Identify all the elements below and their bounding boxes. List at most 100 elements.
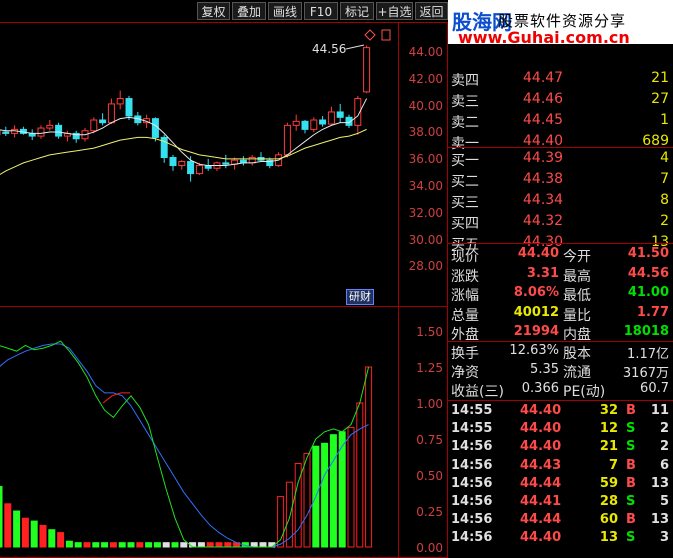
- tick-side: S: [626, 421, 636, 437]
- high-pointer: [345, 44, 365, 50]
- price-axis-tick: 32.00: [408, 205, 443, 220]
- candle-up: [363, 47, 371, 93]
- tick-side: B: [626, 475, 636, 491]
- price-axis-tick: 38.00: [408, 125, 443, 140]
- bid-row: 买一 44.39 4: [448, 150, 673, 169]
- tick-volume: 28: [599, 494, 618, 509]
- stat-value: 8.06%: [513, 285, 559, 300]
- stat-row: 现价 44.40 今开 41.50: [448, 246, 673, 265]
- square-icon: [381, 29, 391, 41]
- stat-label: 股本: [563, 346, 591, 362]
- indicator-chart[interactable]: [0, 306, 400, 555]
- stat-value: 3167万: [622, 366, 669, 381]
- ask-label: 卖三: [451, 94, 479, 110]
- tick-row: 14:55 44.40 12 S 2: [448, 421, 673, 439]
- back-button[interactable]: 返回: [415, 2, 448, 20]
- bid-row: 买四 44.32 2: [448, 213, 673, 232]
- bid-row: 买三 44.34 8: [448, 192, 673, 211]
- tick-row: 14:55 44.40 32 B 11: [448, 403, 673, 421]
- tick-count: 6: [659, 457, 669, 473]
- indicator-bar: [48, 529, 56, 548]
- candle-down: [187, 161, 195, 175]
- indicator-bar: [74, 542, 82, 548]
- stat-value: 44.56: [627, 265, 669, 281]
- indicator-bar: [347, 426, 355, 548]
- add-watchlist-button[interactable]: +自选: [376, 2, 413, 20]
- candle-up: [195, 165, 203, 175]
- price-chart[interactable]: 44.56: [0, 22, 400, 307]
- bid-label: 买二: [451, 174, 479, 190]
- tick-row: 14:56 44.43 7 B 6: [448, 458, 673, 476]
- indicator-bar: [21, 517, 29, 548]
- mark-button[interactable]: 标记: [340, 2, 374, 20]
- tick-time: 14:56: [451, 439, 493, 455]
- stat-row: 涨跌 3.31 最高 44.56: [448, 265, 673, 285]
- tick-volume: 13: [599, 530, 618, 546]
- chart-toolbar: 复权 叠加 画线 F10 标记 +自选 返回: [0, 0, 448, 22]
- bid-price: 44.38: [523, 171, 564, 187]
- bid-price: 44.32: [523, 213, 564, 229]
- adjust-button[interactable]: 复权: [197, 2, 230, 20]
- indicator-bar: [259, 542, 267, 548]
- candle-up: [283, 124, 291, 156]
- ask-row-partial: [448, 50, 673, 68]
- indicator-bar: [303, 452, 311, 548]
- indicator-axis-tick: 1.50: [416, 325, 443, 339]
- high-price-label: 44.56: [312, 42, 346, 56]
- indicator-axis-tick: 0.75: [416, 433, 443, 447]
- candle-down: [336, 111, 344, 118]
- tick-row: 14:56 44.41 28 S 5: [448, 494, 673, 512]
- bid-volume: 4: [660, 150, 669, 166]
- price-axis-tick: 44.00: [408, 45, 443, 59]
- candle-up: [178, 161, 186, 167]
- diamond-icon: [364, 29, 376, 41]
- stat-value: 60.7: [640, 381, 669, 396]
- candle-down: [2, 131, 10, 134]
- ma-line-white: [0, 98, 368, 167]
- stat-value: 44.40: [517, 246, 559, 261]
- tick-count: 13: [650, 475, 669, 491]
- stat-row: 涨幅 8.06% 最低 41.00: [448, 285, 673, 304]
- bid-price: 44.34: [523, 192, 564, 208]
- indicator-bar: [197, 542, 205, 548]
- tick-count: 2: [659, 439, 669, 455]
- candle-down: [99, 119, 107, 124]
- candle-up: [327, 111, 335, 125]
- candle-up: [107, 103, 115, 124]
- indicator-bar: [329, 434, 337, 548]
- tick-time: 14:55: [451, 403, 493, 418]
- indicator-bar: [127, 542, 135, 548]
- candle-down: [55, 124, 63, 137]
- tick-count: 11: [650, 403, 669, 418]
- tick-price: 44.44: [520, 512, 562, 528]
- tick-time: 14:56: [451, 512, 493, 528]
- indicator-bar: [136, 542, 144, 548]
- candle-down: [125, 98, 133, 117]
- bid-volume: 7: [660, 171, 669, 187]
- candle-up: [37, 127, 45, 137]
- indicator-bar: [118, 542, 126, 548]
- tick-count: 3: [659, 530, 669, 546]
- finance-badge[interactable]: 研财: [346, 289, 374, 305]
- draw-line-button[interactable]: 画线: [268, 2, 302, 20]
- tick-price: 44.44: [520, 475, 562, 491]
- indicator-bar: [171, 542, 179, 548]
- f10-button[interactable]: F10: [304, 2, 338, 20]
- tick-price: 44.40: [520, 530, 562, 546]
- tick-side: S: [626, 530, 636, 546]
- stat-label: 换手: [451, 346, 479, 362]
- tick-volume: 32: [599, 403, 618, 418]
- tick-side: B: [626, 403, 636, 418]
- overlay-button[interactable]: 叠加: [232, 2, 266, 20]
- bid-row: 买二 44.38 7: [448, 171, 673, 190]
- price-axis-tick: 42.00: [408, 71, 443, 86]
- indicator-axis-frame: [398, 306, 448, 558]
- stat-row: 净资 5.35 流通 3167万: [448, 362, 673, 381]
- tick-price: 44.41: [520, 494, 562, 509]
- candle-down: [301, 120, 309, 130]
- ask-row: 卖二 44.45 1: [448, 112, 673, 131]
- indicator-bar: [153, 542, 161, 548]
- ask-price: 44.47: [523, 70, 564, 86]
- indicator-bar: [57, 532, 65, 548]
- tick-price: 44.40: [520, 439, 562, 455]
